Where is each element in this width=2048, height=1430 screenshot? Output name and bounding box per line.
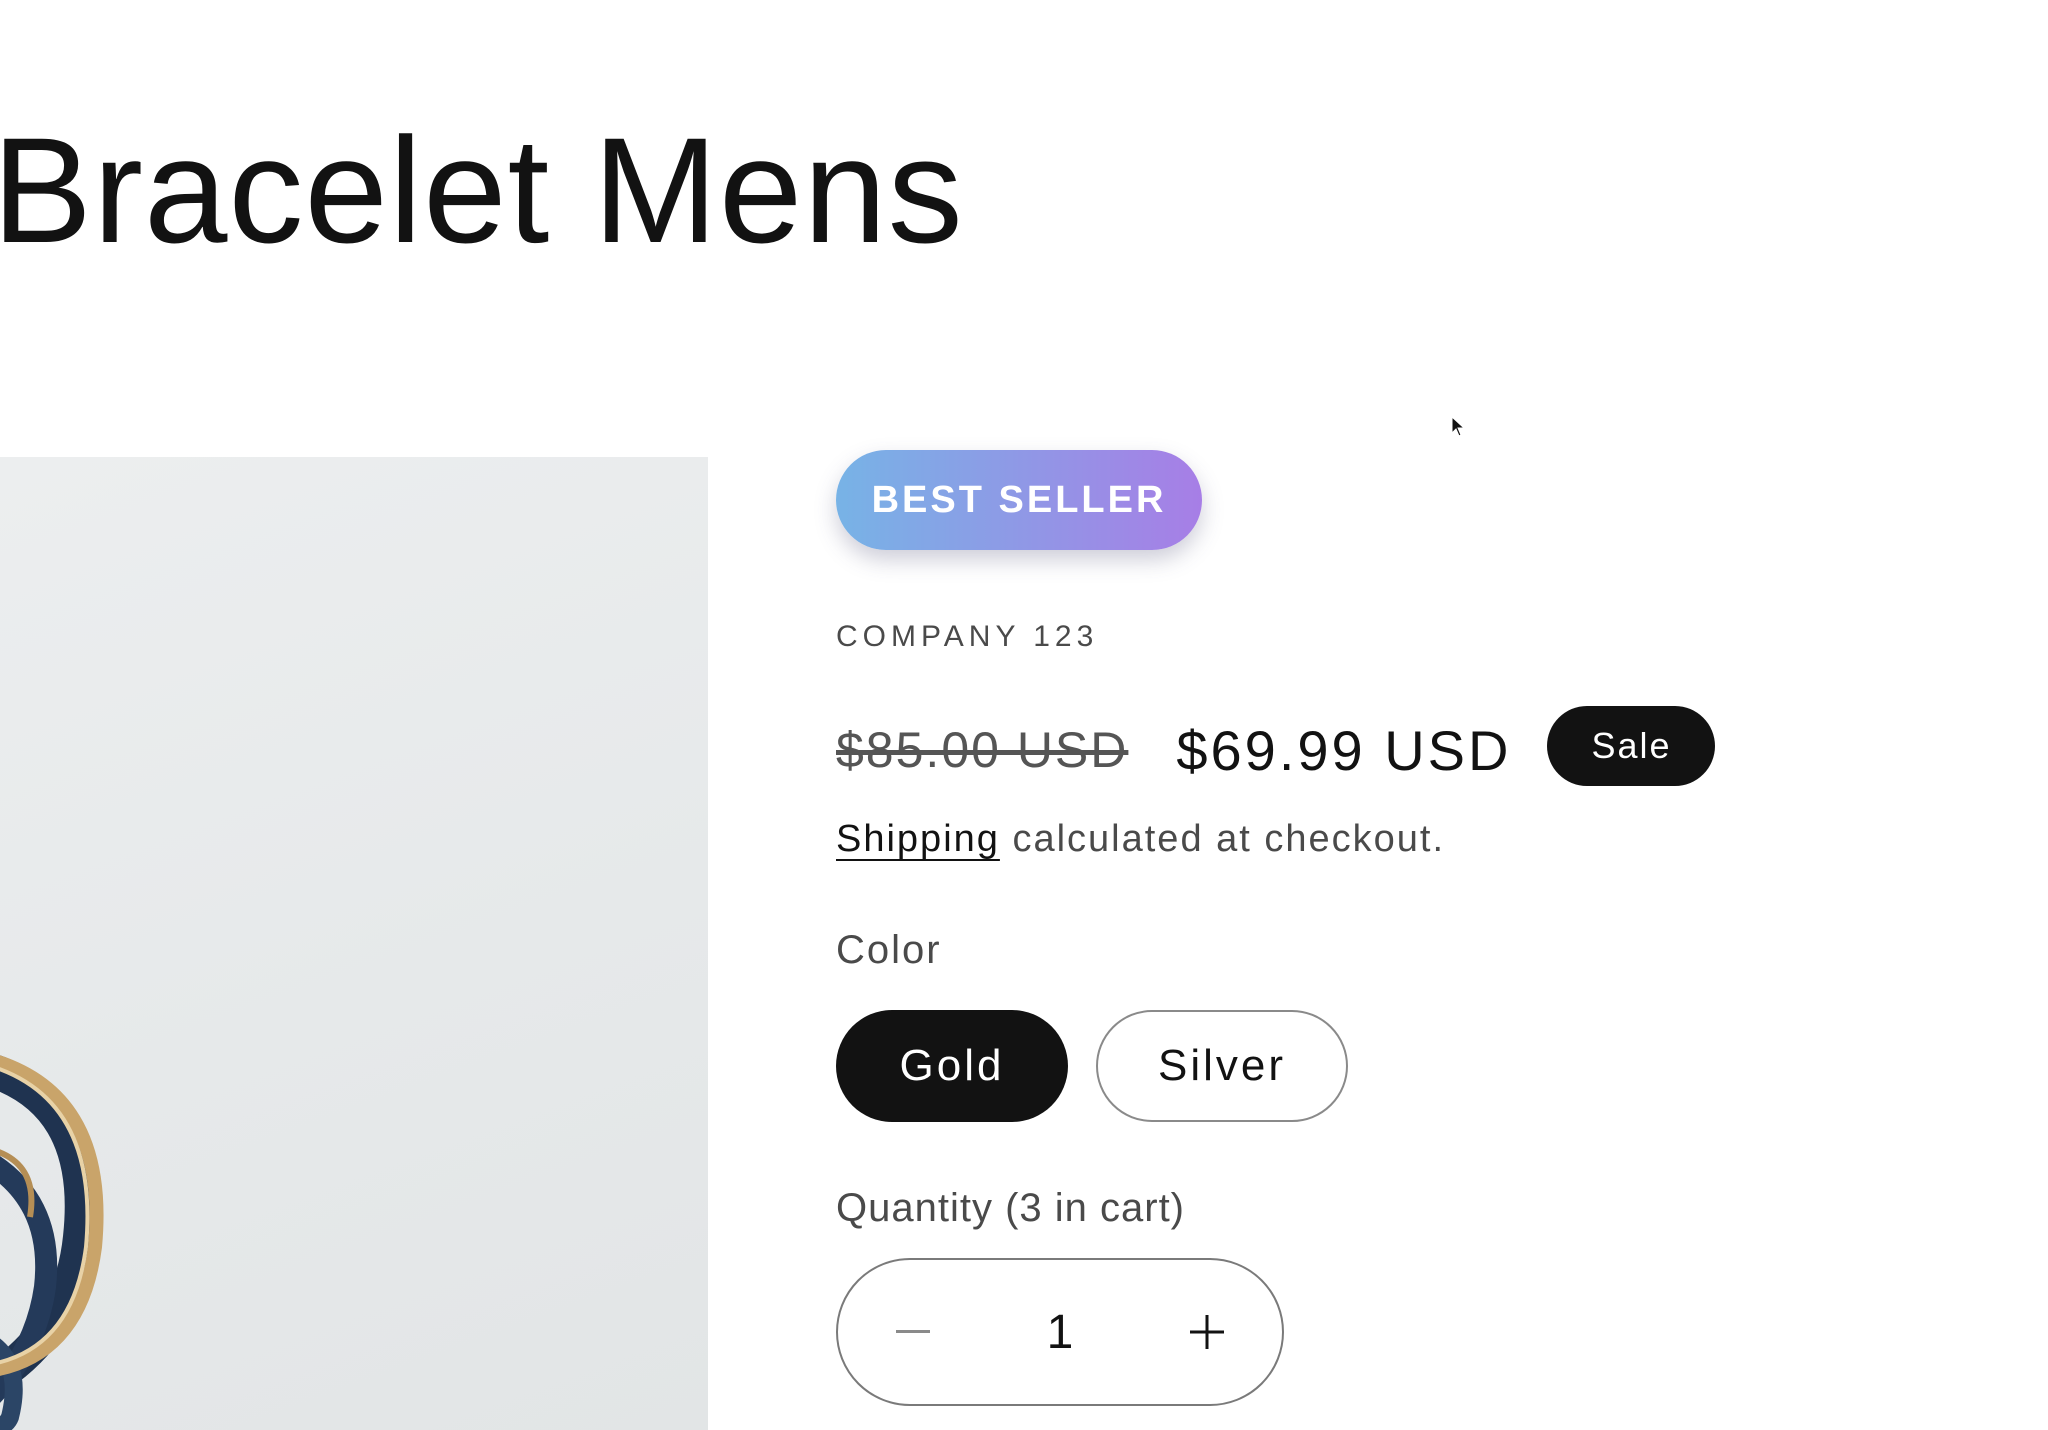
shipping-note-text: calculated at checkout. [999, 818, 1446, 860]
color-option-gold[interactable]: Gold [836, 1010, 1068, 1122]
sale-badge: Sale [1547, 706, 1716, 786]
sale-price: $69.99 USD [1176, 718, 1512, 782]
regular-price: $85.00 USD [836, 722, 1129, 778]
vendor-name: COMPANY 123 [836, 620, 1099, 653]
product-page: Bracelet Mens BEST SELLER COMPANY 123 $8… [0, 0, 2048, 1430]
decrease-quantity-button[interactable] [838, 1260, 988, 1404]
product-title: Bracelet Mens [0, 106, 964, 274]
best-seller-badge: BEST SELLER [836, 450, 1202, 550]
quantity-input[interactable] [998, 1303, 1122, 1361]
color-label: Color [836, 928, 942, 972]
product-image[interactable] [0, 457, 708, 1430]
increase-quantity-button[interactable] [1132, 1260, 1282, 1404]
color-option-silver[interactable]: Silver [1096, 1010, 1348, 1122]
shipping-link[interactable]: Shipping [836, 818, 1000, 860]
shipping-note: Shipping calculated at checkout. [836, 818, 1445, 861]
bracelet-photo [0, 1055, 104, 1430]
quantity-stepper [836, 1258, 1284, 1406]
plus-icon [1190, 1315, 1224, 1349]
minus-icon [896, 1330, 930, 1333]
mouse-pointer-icon [1451, 416, 1466, 437]
price-row: $85.00 USD $69.99 USD Sale [836, 700, 1716, 800]
quantity-label: Quantity (3 in cart) [836, 1186, 1186, 1230]
